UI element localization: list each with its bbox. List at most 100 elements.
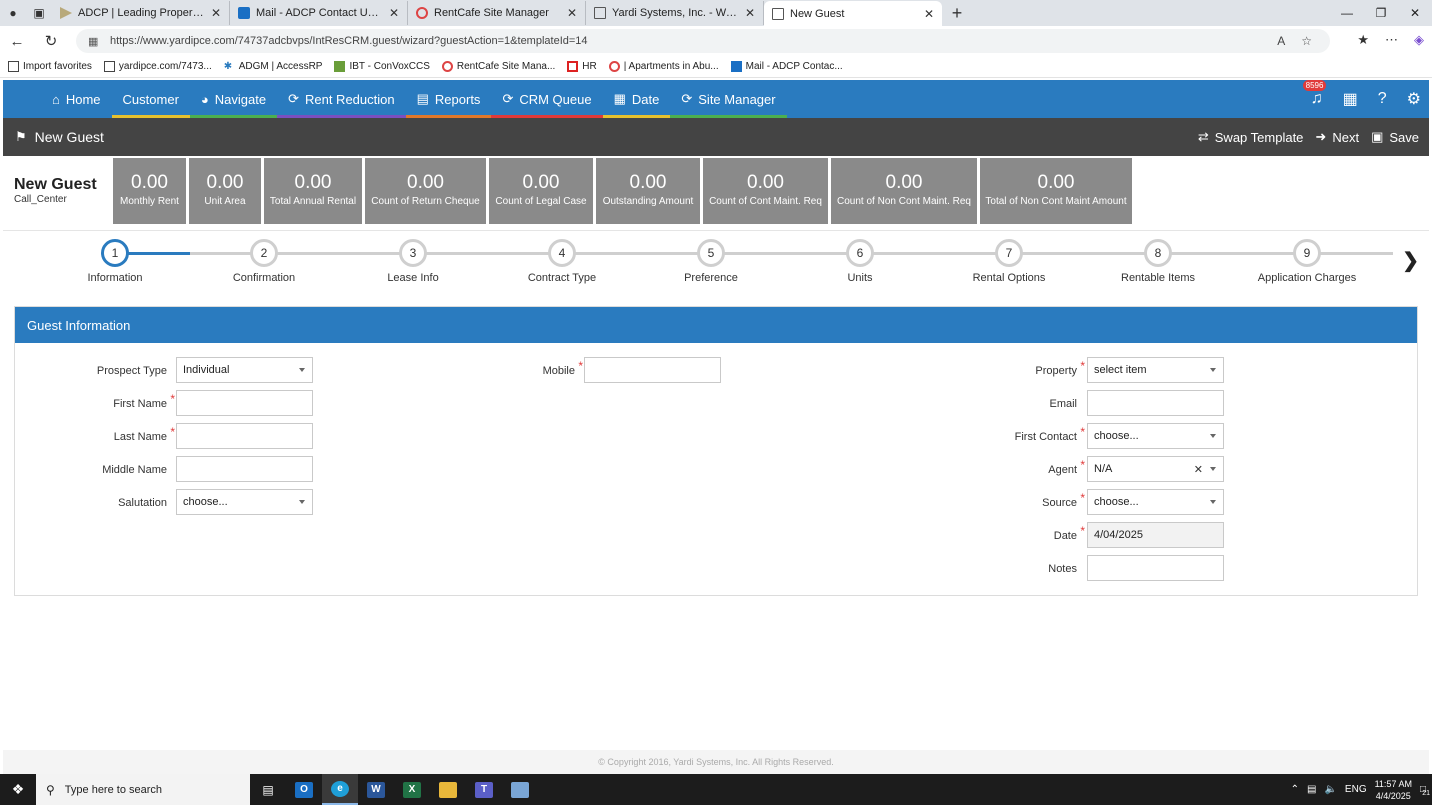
more-icon[interactable]: ⋯ (1385, 32, 1398, 48)
bookmark-item[interactable]: IBT - ConVoxCCS (334, 61, 430, 72)
nav-crm-queue[interactable]: ⟳ CRM Queue (491, 80, 603, 118)
close-icon[interactable]: ✕ (745, 6, 755, 20)
step-rental-options[interactable]: 7 Rental Options (949, 239, 1069, 284)
chevron-right-icon[interactable]: ❯ (1402, 248, 1419, 273)
excel-taskbar-icon[interactable]: X (394, 774, 430, 805)
notes-input[interactable] (1087, 555, 1224, 581)
volume-icon[interactable]: 🔈 (1324, 784, 1336, 795)
notifications-button[interactable]: ♫ 8596 (1302, 80, 1327, 108)
bookmark-item[interactable]: RentCafe Site Mana... (441, 61, 556, 72)
read-aloud-icon[interactable]: A (1277, 34, 1285, 48)
bookmark-item[interactable]: | Apartments in Abu... (608, 61, 719, 72)
step-contract-type[interactable]: 4 Contract Type (502, 239, 622, 284)
settings-gear-icon[interactable]: ⚙ (1407, 89, 1421, 109)
swap-template-button[interactable]: ⇄ Swap Template (1198, 129, 1304, 145)
page-icon (594, 7, 606, 19)
nav-site-manager[interactable]: ⟳ Site Manager (670, 80, 787, 118)
reload-icon[interactable]: ↻ (34, 32, 68, 50)
clock[interactable]: 11:57 AM 4/4/2025 (1375, 778, 1412, 802)
bookmark-label: RentCafe Site Mana... (456, 61, 556, 72)
chevron-down-icon (1210, 500, 1216, 504)
url-actions: A ☆ (1277, 34, 1312, 48)
email-input[interactable] (1087, 390, 1224, 416)
favorite-star-icon[interactable]: ☆ (1301, 34, 1312, 48)
required-indicator: * (1080, 491, 1085, 505)
prospect-type-select[interactable]: Individual (176, 357, 313, 383)
restore-icon[interactable]: ❐ (1364, 6, 1398, 20)
browser-tab-active[interactable]: New Guest ✕ (764, 1, 942, 27)
edge-taskbar-icon[interactable]: e (322, 774, 358, 805)
step-preference[interactable]: 5 Preference (651, 239, 771, 284)
middle-name-input[interactable] (176, 456, 313, 482)
close-icon[interactable]: ✕ (211, 6, 221, 20)
teams-taskbar-icon[interactable]: T (466, 774, 502, 805)
step-rentable-items[interactable]: 8 Rentable Items (1098, 239, 1218, 284)
file-explorer-icon[interactable] (430, 774, 466, 805)
kpi-value: 0.00 (407, 172, 444, 193)
mobile-label-text: Mobile (542, 365, 575, 377)
browser-tab[interactable]: ADCP | Leading Property Manage ✕ (52, 1, 230, 25)
last-name-input[interactable] (176, 423, 313, 449)
notification-center-icon[interactable]: □ 21 (1420, 784, 1430, 797)
back-icon[interactable]: ← (0, 33, 34, 50)
close-window-icon[interactable]: ✕ (1398, 6, 1432, 20)
nav-rent-reduction[interactable]: ⟳ Rent Reduction (277, 80, 406, 118)
copilot-icon[interactable]: ◈ (1414, 32, 1424, 48)
close-icon[interactable]: ✕ (389, 6, 399, 20)
apps-grid-icon[interactable]: ▦ (1343, 89, 1358, 109)
profile-icon[interactable]: ● (0, 0, 26, 26)
bookmark-item[interactable]: Import favorites (8, 61, 92, 72)
nav-date[interactable]: ▦ Date (602, 80, 671, 118)
browser-tab[interactable]: RentCafe Site Manager ✕ (408, 1, 586, 25)
nav-navigate[interactable]: ◕ Navigate (189, 80, 278, 118)
bookmark-item[interactable]: ✱ ADGM | AccessRP (224, 61, 323, 72)
nav-customer[interactable]: Customer (111, 80, 190, 118)
windows-start-icon[interactable]: ❖ (0, 781, 36, 798)
first-name-label-text: First Name (113, 398, 167, 410)
url-field[interactable]: ▦ https://www.yardipce.com/74737adcbvps/… (76, 29, 1330, 53)
nav-reports[interactable]: ▤ Reports (405, 80, 492, 118)
task-view-icon[interactable]: ▤ (250, 774, 286, 805)
date-input[interactable]: 4/04/2025 (1087, 522, 1224, 548)
agent-select[interactable]: N/A ✕ (1087, 456, 1224, 482)
property-select[interactable]: select item (1087, 357, 1224, 383)
first-name-input[interactable] (176, 390, 313, 416)
word-taskbar-icon[interactable]: W (358, 774, 394, 805)
close-icon[interactable]: ✕ (924, 7, 934, 21)
step-lease-info[interactable]: 3 Lease Info (353, 239, 473, 284)
next-button[interactable]: ➜ Next (1315, 129, 1359, 145)
source-select[interactable]: choose... (1087, 489, 1224, 515)
browser-tab[interactable]: Yardi Systems, Inc. - Work Order # ✕ (586, 1, 764, 25)
minimize-icon[interactable]: — (1330, 6, 1364, 20)
network-icon[interactable]: ▤ (1307, 784, 1316, 795)
bookmark-item[interactable]: yardipce.com/7473... (103, 61, 212, 72)
step-confirmation[interactable]: 2 Confirmation (204, 239, 324, 284)
favorites-icon[interactable]: ★ (1357, 32, 1369, 48)
step-information[interactable]: 1 Information (55, 239, 175, 284)
help-icon[interactable]: ? (1378, 90, 1387, 108)
bookmark-label: | Apartments in Abu... (623, 61, 719, 72)
first-contact-select[interactable]: choose... (1087, 423, 1224, 449)
page-icon (60, 7, 72, 19)
taskbar-search[interactable]: ⚲ Type here to search (36, 774, 250, 805)
save-button[interactable]: ▣ Save (1371, 129, 1419, 145)
notes-taskbar-icon[interactable] (502, 774, 538, 805)
mobile-input[interactable] (584, 357, 721, 383)
step-units[interactable]: 6 Units (800, 239, 920, 284)
outlook-taskbar-icon[interactable]: O (286, 774, 322, 805)
clear-icon[interactable]: ✕ (1194, 463, 1203, 476)
new-tab-button[interactable]: + (942, 3, 972, 24)
tray-chevron-icon[interactable]: ⌃ (1291, 784, 1299, 795)
nav-home[interactable]: ⌂ Home (41, 80, 112, 118)
chevron-down-icon (299, 500, 305, 504)
tab-actions-icon[interactable]: ▣ (26, 0, 52, 26)
browser-tab[interactable]: Mail - ADCP Contact Us - Outlook ✕ (230, 1, 408, 25)
save-label: Save (1389, 129, 1419, 145)
step-application-charges[interactable]: 9 Application Charges (1247, 239, 1367, 284)
bell-icon: ♫ (1310, 90, 1323, 107)
language-indicator[interactable]: ENG (1345, 784, 1367, 795)
bookmark-item[interactable]: HR (567, 61, 597, 72)
close-icon[interactable]: ✕ (567, 6, 577, 20)
salutation-select[interactable]: choose... (176, 489, 313, 515)
bookmark-item[interactable]: Mail - ADCP Contac... (730, 61, 843, 72)
